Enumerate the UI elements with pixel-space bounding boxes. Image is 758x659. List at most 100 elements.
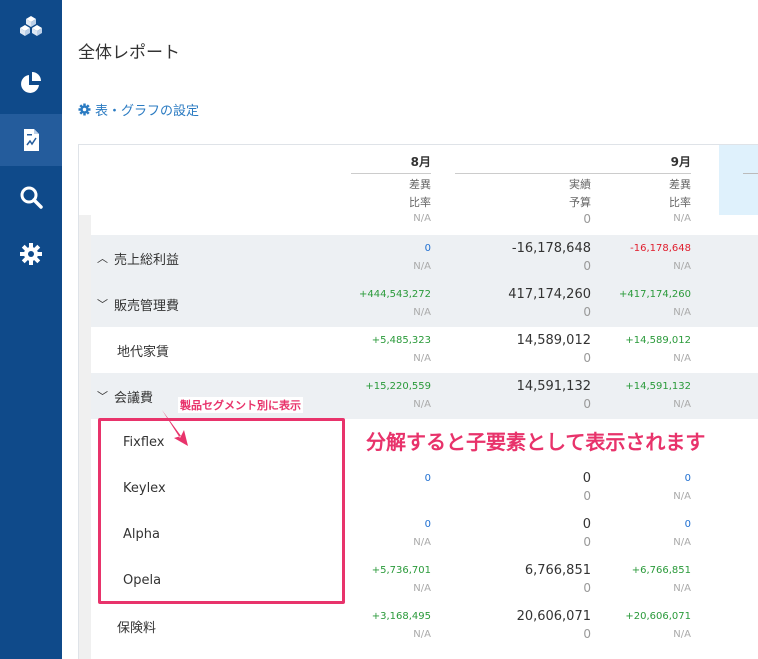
table-cell: N/A [413, 261, 431, 272]
header-divider [351, 173, 431, 174]
row-label: 地代家賃 [117, 327, 169, 373]
table-cell: 0 [424, 519, 431, 530]
report-document-icon [24, 129, 39, 151]
row-label: 保険料 [117, 603, 156, 649]
table-cell: +5,736,701 [371, 565, 431, 576]
table-cell: N/A [673, 583, 691, 594]
table-cell: 0 [583, 489, 591, 503]
header-divider [455, 173, 691, 174]
table-cell: 0 [583, 535, 591, 549]
table-cell: N/A [413, 399, 431, 410]
table-cell: +15,220,559 [365, 381, 431, 392]
aug-sub-header-1: 差異 [409, 178, 431, 191]
main-content: 全体レポート 表・グラフの設定 8月 差異 比率 9月 実績 予算 差異 比率 … [62, 0, 758, 659]
cell-budget: 0 [583, 212, 591, 226]
page-title: 全体レポート [78, 43, 180, 63]
table-scrollbar[interactable] [79, 215, 91, 659]
sep-sub-header-1: 差異 [669, 178, 691, 191]
table-cell: 14,591,132 [516, 379, 591, 394]
table-cell: N/A [673, 537, 691, 548]
table-cell: 0 [583, 627, 591, 641]
table-cell: +3,168,495 [371, 611, 431, 622]
cell-aug-ratio: N/A [413, 213, 431, 224]
table-cell: +5,485,323 [371, 335, 431, 346]
cell-sep-ratio: N/A [673, 213, 691, 224]
table-cell: +14,591,132 [625, 381, 691, 392]
search-icon [20, 186, 43, 209]
table-cell: 0 [424, 473, 431, 484]
annotation-explanation: 分解すると子要素として表示されます [366, 426, 736, 458]
table-cell: N/A [413, 583, 431, 594]
annotation-highlight-box [98, 418, 345, 604]
table-cell: N/A [673, 353, 691, 364]
row-label: ﹀ 会議費 [97, 373, 153, 419]
table-cell: N/A [673, 261, 691, 272]
table-graph-settings-link[interactable]: 表・グラフの設定 [78, 100, 199, 119]
table-cell: N/A [673, 399, 691, 410]
sep-actual-header: 実績 [569, 178, 591, 191]
pie-chart-icon [21, 72, 41, 93]
month-header-aug: 8月 [410, 155, 431, 169]
table-cell: 0 [424, 243, 431, 254]
chevron-down-icon[interactable]: ﹀ [97, 388, 108, 404]
table-cell: N/A [413, 353, 431, 364]
table-cell: 6,766,851 [524, 563, 591, 578]
gear-icon [78, 103, 91, 116]
table-cell: +14,589,012 [625, 335, 691, 346]
cubes-icon [20, 16, 42, 36]
table-cell: 0 [583, 397, 591, 411]
table-cell: 14,589,012 [516, 333, 591, 348]
aug-sub-header-2: 比率 [409, 196, 431, 209]
table-row: 地代家賃 +5,485,323 N/A 14,589,012 0 +14,589,012 N… [91, 327, 758, 373]
row-label: ﹀ 販売管理費 [97, 281, 179, 327]
nav-pie-chart[interactable] [0, 57, 62, 109]
sidebar [0, 0, 62, 659]
table-cell: +20,606,071 [625, 611, 691, 622]
table-cell: +444,543,272 [359, 289, 431, 300]
nav-search[interactable] [0, 171, 62, 223]
row-label-text: 売上総利益 [114, 252, 180, 268]
table-cell: -16,178,648 [511, 241, 591, 256]
nav-report[interactable] [0, 114, 62, 166]
table-cell: +6,766,851 [631, 565, 691, 576]
row-label-text: 会議費 [114, 390, 154, 406]
table-cell: N/A [413, 537, 431, 548]
table-row: 保険料 +3,168,495 N/A 20,606,071 0 +20,606,071 N/… [91, 603, 758, 649]
table-cell: N/A [413, 629, 431, 640]
table-cell: 0 [684, 473, 691, 484]
table-cell: 0 [583, 305, 591, 319]
row-label-text: 販売管理費 [114, 298, 180, 314]
table-cell: N/A [413, 307, 431, 318]
table-cell: -16,178,648 [630, 243, 691, 254]
table-cell: 0 [582, 517, 591, 532]
sep-budget-header: 予算 [569, 196, 591, 209]
table-cell: +417,174,260 [619, 289, 691, 300]
chevron-up-icon[interactable]: ︿ [97, 250, 108, 266]
table-cell: 0 [582, 471, 591, 486]
table-row[interactable]: ﹀ 販売管理費 +444,543,272 N/A 417,174,260 0 +417,17… [91, 281, 758, 327]
nav-settings[interactable] [0, 228, 62, 280]
header-divider [743, 173, 758, 174]
table-row[interactable]: ︿ 売上総利益 0 N/A -16,178,648 0 -16,178,648 N/A [91, 235, 758, 281]
table-cell: 0 [583, 351, 591, 365]
table-cell: N/A [673, 307, 691, 318]
nav-cubes[interactable] [0, 0, 62, 52]
row-label-text: 保険料 [117, 620, 157, 636]
table-cell: 0 [583, 259, 591, 273]
row-label-text: 地代家賃 [117, 344, 170, 360]
table-cell: 0 [684, 519, 691, 530]
table-cell: N/A [673, 629, 691, 640]
month-header-sep: 9月 [670, 155, 691, 169]
table-cell: 0 [583, 581, 591, 595]
table-cell: 20,606,071 [516, 609, 591, 624]
annotation-arrow-icon [162, 410, 188, 446]
settings-link-label: 表・グラフの設定 [95, 104, 200, 119]
sep-sub-header-2: 比率 [669, 196, 691, 209]
table-cell: N/A [673, 491, 691, 502]
row-label: ︿ 売上総利益 [97, 235, 179, 281]
table-cell: 417,174,260 [508, 287, 591, 302]
annotation-segment-label: 製品セグメント別に表示 [178, 397, 303, 413]
chevron-down-icon[interactable]: ﹀ [97, 296, 108, 312]
gear-icon [20, 243, 42, 265]
highlighted-column-header [719, 145, 758, 215]
